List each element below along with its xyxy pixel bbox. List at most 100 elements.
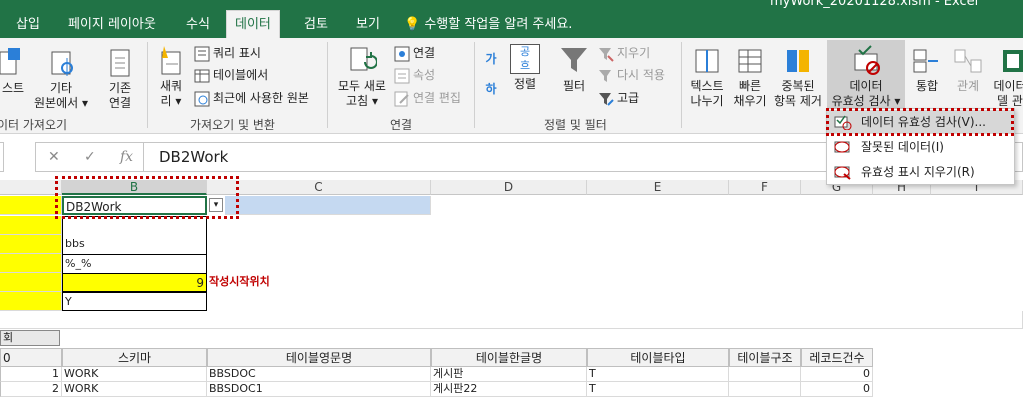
- recent-sources-icon: [194, 91, 210, 106]
- table-header-kor-name[interactable]: 테이블한글명: [431, 348, 587, 367]
- dropdown-arrow-button[interactable]: ▾: [209, 198, 223, 212]
- clear-filter-button[interactable]: 지우기: [598, 43, 650, 63]
- tab-view[interactable]: 보기: [348, 12, 388, 38]
- lightbulb-icon: 💡: [404, 17, 421, 32]
- remove-duplicates-button[interactable]: 중복된 항목 제거: [772, 44, 824, 109]
- text-to-columns-icon: [695, 49, 719, 73]
- edit-links-button[interactable]: 연결 편집: [394, 88, 461, 108]
- row-structure[interactable]: [729, 367, 801, 382]
- properties-button[interactable]: 속성: [394, 65, 435, 85]
- menu-item-clear-circles[interactable]: 유효성 표시 지우기(R): [827, 160, 1014, 184]
- consolidate-button[interactable]: 통합: [910, 44, 944, 94]
- cell-b5[interactable]: 9: [62, 273, 207, 292]
- cell-b2[interactable]: [62, 216, 207, 235]
- recent-sources-button[interactable]: 최근에 사용한 원본: [194, 88, 309, 108]
- cancel-icon[interactable]: ✕: [48, 149, 60, 165]
- tab-insert[interactable]: 삽입: [8, 12, 48, 38]
- row-kor-name[interactable]: 게시판: [431, 367, 587, 382]
- reapply-button[interactable]: 다시 적용: [598, 65, 665, 85]
- menu-item-data-validation[interactable]: 데이터 유효성 검사(V)...: [827, 110, 1014, 134]
- cell-a1[interactable]: [0, 196, 62, 215]
- new-query-icon: [161, 46, 181, 75]
- flash-fill-button[interactable]: 빠른 채우기: [730, 44, 770, 109]
- data-validation-icon: [834, 115, 852, 130]
- sort-descending-button[interactable]: 하: [480, 82, 502, 97]
- refresh-all-button[interactable]: 모두 새로 고침 ▾: [334, 44, 390, 109]
- relationships-button[interactable]: 관계: [948, 44, 988, 94]
- relationships-icon: [954, 49, 982, 73]
- table-header-type[interactable]: 테이블타입: [587, 348, 729, 367]
- fx-icon[interactable]: fx: [120, 149, 133, 165]
- data-validation-button[interactable]: 데이터 유효성 검사 ▾: [827, 40, 905, 112]
- worksheet-grid[interactable]: B C D E F G H I DB2Work ▾ bbs %_% 9 작성시작…: [0, 176, 1023, 399]
- cell-b6[interactable]: Y: [62, 292, 207, 311]
- table-header-eng-name[interactable]: 테이블영문명: [207, 348, 431, 367]
- text-to-columns-button[interactable]: 텍스트 나누기: [684, 44, 730, 109]
- cell-a6[interactable]: [0, 292, 62, 311]
- column-header-e[interactable]: E: [587, 180, 729, 195]
- tab-review[interactable]: 검토: [296, 12, 336, 38]
- row-record-count[interactable]: 0: [801, 367, 873, 382]
- row-7[interactable]: [0, 311, 1023, 329]
- group-separator: [327, 42, 328, 128]
- from-other-sources-button[interactable]: 기타 원본에서 ▾: [30, 48, 92, 111]
- row-schema[interactable]: WORK: [62, 382, 207, 397]
- column-header-b[interactable]: B: [62, 180, 207, 195]
- filter-button[interactable]: 필터: [554, 44, 594, 94]
- tab-formulas[interactable]: 수식: [178, 12, 218, 38]
- sort-ascending-button[interactable]: 가: [480, 52, 502, 67]
- table-header-record-count[interactable]: 레코드건수: [801, 348, 873, 367]
- tell-me-box[interactable]: 💡 수행할 작업을 알려 주세요.: [404, 12, 572, 38]
- cell-c5[interactable]: 작성시작위치: [207, 273, 431, 292]
- remove-duplicates-icon: [787, 50, 809, 72]
- name-box[interactable]: [0, 142, 4, 172]
- row-structure[interactable]: [729, 382, 801, 397]
- column-header-d[interactable]: D: [431, 180, 587, 195]
- column-header-f[interactable]: F: [729, 180, 801, 195]
- table-header-no[interactable]: 0: [0, 348, 62, 367]
- table-header-structure[interactable]: 테이블구조: [729, 348, 801, 367]
- data-model-button[interactable]: 데이터 델 관: [990, 44, 1023, 109]
- from-table-button[interactable]: 테이블에서: [194, 65, 268, 85]
- row-no[interactable]: 2: [0, 382, 62, 397]
- text-file-icon: [0, 48, 20, 75]
- row-eng-name[interactable]: BBSDOC1: [207, 382, 431, 397]
- connections-button[interactable]: 연결: [394, 43, 435, 63]
- queries-icon: [194, 46, 210, 61]
- row-kor-name[interactable]: 게시판22: [431, 382, 587, 397]
- data-validation-menu: 데이터 유효성 검사(V)... 잘못된 데이터(I) 유효성 표시 지우기(R…: [826, 108, 1015, 185]
- column-header-a[interactable]: [0, 180, 62, 195]
- cell-a5[interactable]: [0, 273, 62, 292]
- table-header-schema[interactable]: 스키마: [62, 348, 207, 367]
- enter-icon[interactable]: ✓: [84, 149, 96, 165]
- row-no[interactable]: 1: [0, 367, 62, 382]
- group-label-get-external: 이터 가져오기: [0, 118, 68, 132]
- run-button[interactable]: 회: [0, 330, 60, 346]
- row-schema[interactable]: WORK: [62, 367, 207, 382]
- cell-a4[interactable]: [0, 254, 62, 273]
- row-record-count[interactable]: 0: [801, 382, 873, 397]
- tab-page-layout[interactable]: 페이지 레이아웃: [60, 12, 164, 38]
- cell-b3[interactable]: bbs: [62, 235, 207, 254]
- cell-a2[interactable]: [0, 216, 62, 235]
- cell-c1[interactable]: [225, 196, 431, 215]
- from-text-button[interactable]: 스트: [0, 48, 26, 96]
- sort-button[interactable]: 공 흐 정렬: [506, 44, 544, 92]
- group-separator: [474, 42, 475, 128]
- group-label-sort-filter: 정렬 및 필터: [544, 118, 607, 132]
- menu-item-circle-invalid[interactable]: 잘못된 데이터(I): [827, 135, 1014, 159]
- cell-b4[interactable]: %_%: [62, 254, 207, 273]
- column-header-c[interactable]: C: [207, 180, 431, 195]
- data-validation-icon: [854, 45, 880, 75]
- tab-data[interactable]: 데이터: [226, 10, 280, 38]
- advanced-filter-button[interactable]: 고급: [598, 88, 639, 108]
- row-type[interactable]: T: [587, 367, 729, 382]
- row-type[interactable]: T: [587, 382, 729, 397]
- advanced-filter-icon: [599, 92, 614, 106]
- existing-connections-button[interactable]: 기존 연결: [96, 48, 144, 111]
- cell-b1[interactable]: DB2Work: [62, 196, 207, 215]
- new-query-button[interactable]: 새쿼 리 ▾: [152, 44, 190, 109]
- show-queries-button[interactable]: 쿼리 표시: [194, 43, 261, 63]
- row-eng-name[interactable]: BBSDOC: [207, 367, 431, 382]
- cell-a3[interactable]: [0, 235, 62, 254]
